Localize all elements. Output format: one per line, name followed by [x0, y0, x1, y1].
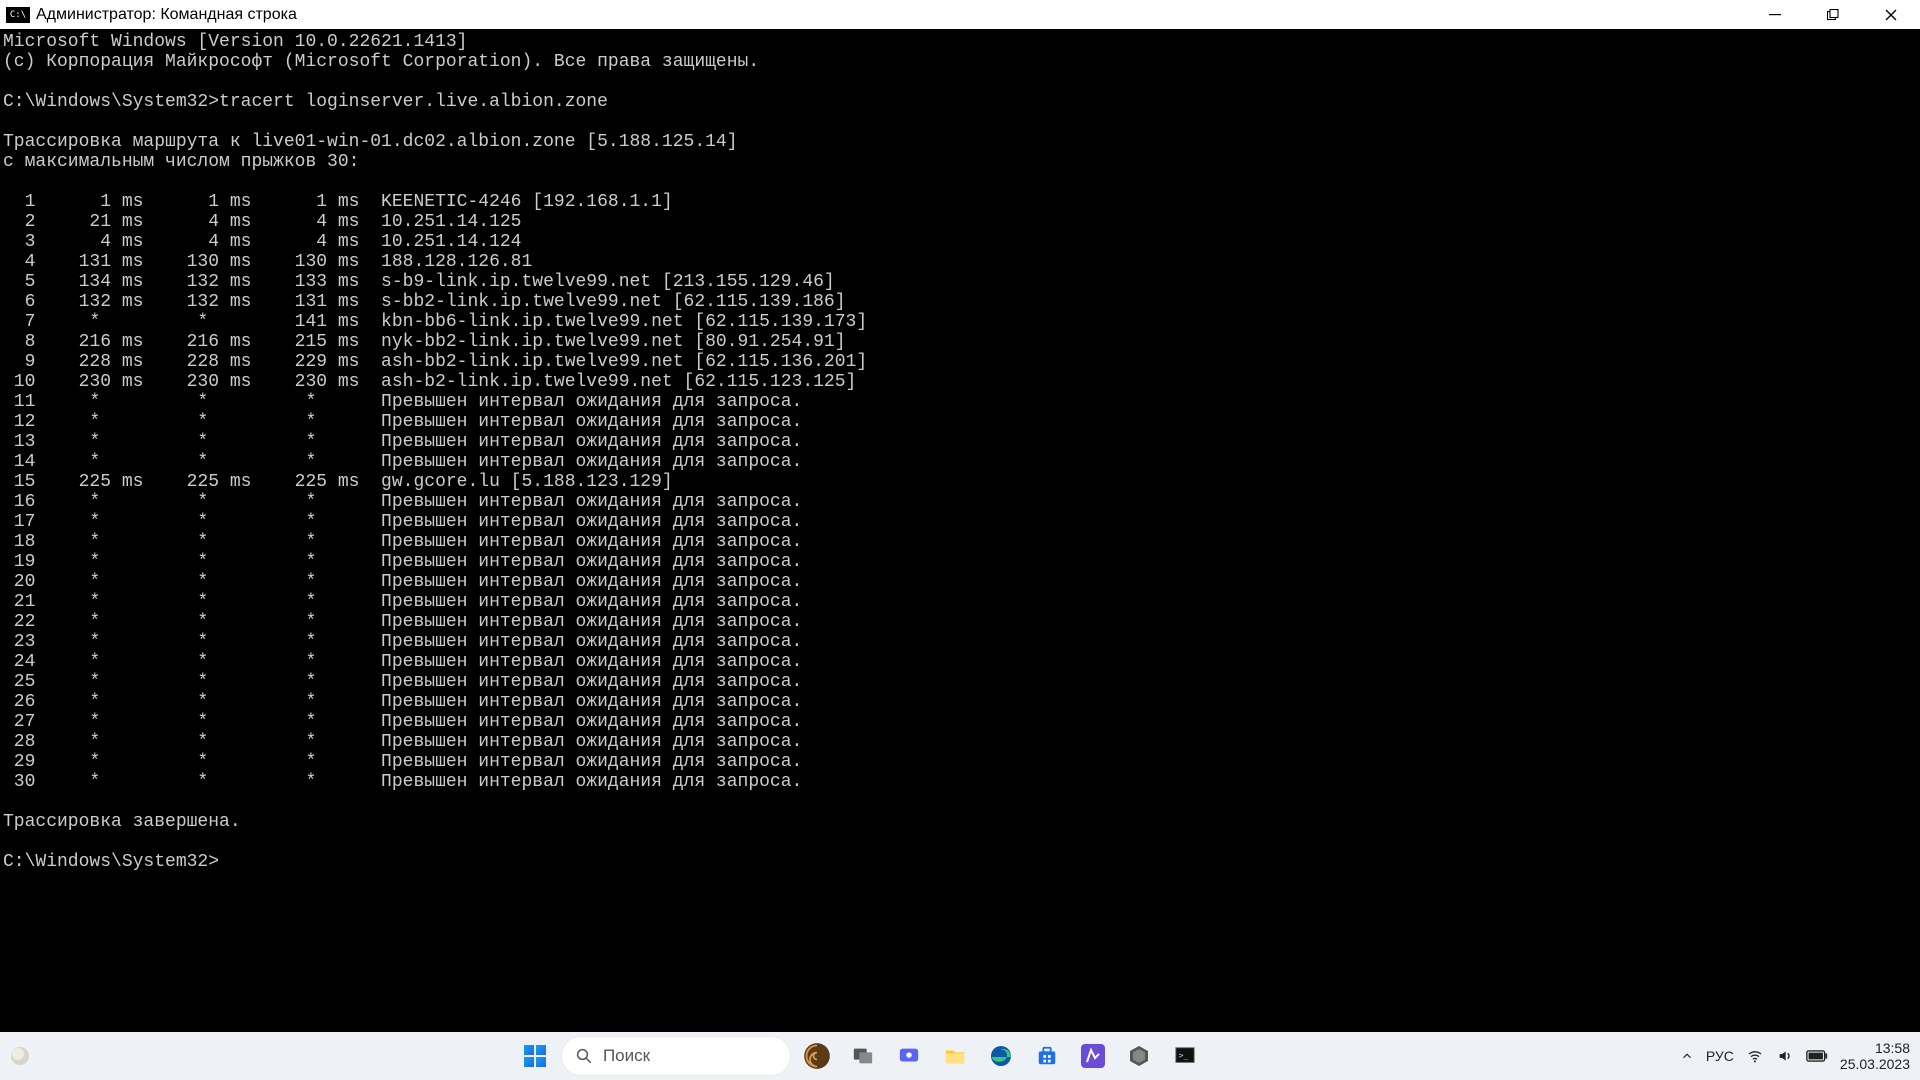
taskbar-cmd-icon[interactable]: >_ [1165, 1036, 1205, 1076]
close-button[interactable] [1862, 0, 1920, 29]
window-title: Администратор: Командная строка [36, 6, 1746, 24]
tray-datetime[interactable]: 13:58 25.03.2023 [1840, 1040, 1910, 1072]
tray-language[interactable]: РУС [1706, 1048, 1734, 1064]
taskbar-app-purple-icon[interactable] [1073, 1036, 1113, 1076]
taskbar-app-ammonite-icon[interactable] [797, 1036, 837, 1076]
tray-date: 25.03.2023 [1840, 1056, 1910, 1072]
cmd-window: C:\ Администратор: Командная строка Micr… [0, 0, 1920, 1032]
taskbar-search[interactable]: Поиск [561, 1036, 791, 1076]
tray-time: 13:58 [1875, 1040, 1910, 1056]
maximize-button[interactable] [1804, 0, 1862, 29]
taskbar-edge-icon[interactable] [981, 1036, 1021, 1076]
tray-battery-icon[interactable] [1806, 1049, 1828, 1063]
taskbar-chat-icon[interactable] [889, 1036, 929, 1076]
tray-wifi-icon[interactable] [1746, 1048, 1764, 1064]
titlebar[interactable]: C:\ Администратор: Командная строка [0, 0, 1920, 29]
taskbar-explorer-icon[interactable] [935, 1036, 975, 1076]
svg-text:>_: >_ [1179, 1050, 1189, 1060]
taskbar: Поиск >_ РУС [0, 1032, 1920, 1080]
search-icon [575, 1047, 593, 1065]
terminal-output[interactable]: Microsoft Windows [Version 10.0.22621.14… [0, 29, 1920, 1032]
cmd-icon: C:\ [6, 7, 30, 23]
taskbar-store-icon[interactable] [1027, 1036, 1067, 1076]
minimize-button[interactable] [1746, 0, 1804, 29]
tray-chevron-up-icon[interactable] [1680, 1049, 1694, 1063]
taskbar-taskview-icon[interactable] [843, 1036, 883, 1076]
taskbar-app-hex-icon[interactable] [1119, 1036, 1159, 1076]
weather-widget-icon[interactable] [0, 1036, 40, 1076]
search-placeholder: Поиск [603, 1046, 650, 1066]
tray-volume-icon[interactable] [1776, 1048, 1794, 1064]
start-button[interactable] [515, 1036, 555, 1076]
